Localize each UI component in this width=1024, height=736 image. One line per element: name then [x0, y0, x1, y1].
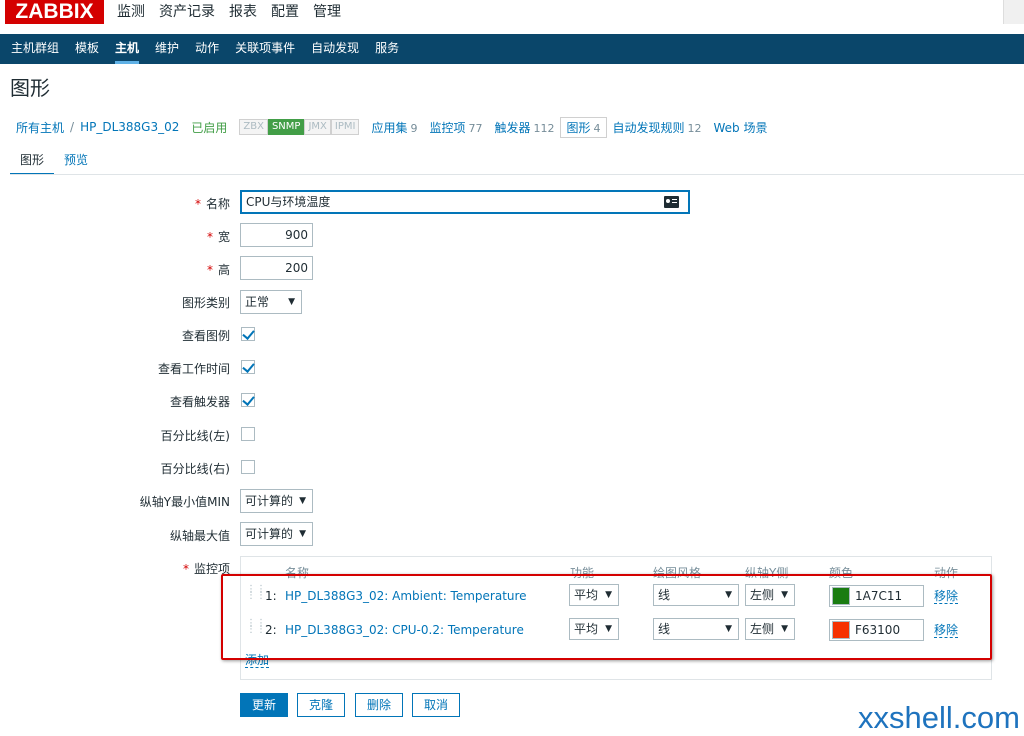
menu-monitoring[interactable]: 监测 — [110, 0, 152, 34]
submenu-services[interactable]: 服务 — [367, 34, 407, 64]
triggers-label: 触发器 — [494, 120, 531, 135]
check-icon — [242, 360, 255, 373]
ymin-label: 纵轴Y最小值MIN — [139, 495, 230, 509]
graph-type-select[interactable]: 正常 ▼ — [240, 290, 302, 314]
dropdown-arrow-icon: ▼ — [299, 529, 306, 539]
menu-configuration[interactable]: 配置 — [264, 0, 306, 34]
dropdown-arrow-icon: ▼ — [288, 297, 295, 307]
height-input[interactable]: 200 — [240, 256, 313, 280]
highlight-annotation-box — [221, 574, 992, 660]
menu-inventory[interactable]: 资产记录 — [152, 0, 222, 34]
zabbix-logo[interactable]: ZABBIX — [5, 0, 104, 24]
ymax-label: 纵轴最大值 — [169, 529, 230, 543]
submenu-actions[interactable]: 动作 — [187, 34, 227, 64]
height-label-text: 高 — [217, 263, 230, 277]
show-working-time-label: 查看工作时间 — [157, 362, 230, 376]
graph-type-label: 图形类别 — [181, 296, 230, 310]
submenu-discovery[interactable]: 自动发现 — [303, 34, 367, 64]
discovery-count: 12 — [687, 121, 702, 135]
items-label: 监控项 — [429, 120, 466, 135]
tab-divider — [10, 174, 1024, 175]
breadcrumb: 所有主机 / HP_DL388G3_02 已启用 ZBX SNMP JMX IP… — [0, 112, 1024, 142]
check-icon — [242, 327, 255, 340]
badge-snmp: SNMP — [267, 119, 305, 135]
update-button[interactable]: 更新 — [240, 693, 288, 717]
percentile-right-checkbox[interactable] — [241, 460, 255, 474]
breadcrumb-all-hosts[interactable]: 所有主机 — [10, 119, 70, 136]
applications-count: 9 — [410, 121, 418, 135]
name-input[interactable]: CPU与环境温度 — [240, 190, 690, 214]
breadcrumb-host[interactable]: HP_DL388G3_02 — [74, 120, 185, 134]
submenu-maintenance[interactable]: 维护 — [147, 34, 187, 64]
name-label: * 名称 — [194, 197, 230, 211]
breadcrumb-items[interactable]: 监控项 77 — [423, 119, 488, 136]
submenu-hosts[interactable]: 主机 — [107, 34, 147, 64]
triggers-count: 112 — [533, 121, 555, 135]
top-right-control[interactable] — [1003, 0, 1024, 24]
page-title: 图形 — [10, 76, 50, 100]
breadcrumb-triggers[interactable]: 触发器 112 — [488, 119, 560, 136]
contact-card-icon[interactable] — [664, 196, 679, 208]
graph-type-value: 正常 — [245, 295, 270, 309]
breadcrumb-graphs[interactable]: 图形 4 — [560, 116, 607, 138]
check-icon — [242, 393, 255, 406]
show-legend-checkbox[interactable] — [241, 327, 255, 341]
percentile-left-checkbox[interactable] — [241, 427, 255, 441]
percentile-right-label: 百分比线(右) — [160, 462, 230, 476]
height-label: * 高 — [206, 263, 230, 277]
badge-jmx: JMX — [304, 119, 331, 135]
ymax-value: 可计算的 — [245, 527, 294, 541]
breadcrumb-web-scenarios[interactable]: Web 场景 — [708, 119, 774, 136]
availability-badges: ZBX SNMP JMX IPMI — [239, 119, 360, 135]
name-value: CPU与环境温度 — [246, 195, 331, 209]
percentile-left-label: 百分比线(左) — [160, 429, 230, 443]
top-bar: ZABBIX 监测 资产记录 报表 配置 管理 — [0, 0, 1024, 35]
main-menu: 监测 资产记录 报表 配置 管理 — [110, 0, 348, 34]
menu-reports[interactable]: 报表 — [222, 0, 264, 34]
badge-zbx: ZBX — [239, 119, 268, 135]
ymin-value: 可计算的 — [245, 494, 294, 508]
show-working-time-checkbox[interactable] — [241, 360, 255, 374]
tab-graph[interactable]: 图形 — [10, 150, 55, 175]
graphs-label: 图形 — [566, 120, 591, 135]
submenu-templates[interactable]: 模板 — [67, 34, 107, 64]
ymin-select[interactable]: 可计算的 ▼ — [240, 489, 313, 513]
name-label-text: 名称 — [205, 197, 230, 211]
show-triggers-checkbox[interactable] — [241, 393, 255, 407]
width-label: * 宽 — [206, 230, 230, 244]
width-label-text: 宽 — [217, 230, 230, 244]
show-legend-label: 查看图例 — [181, 329, 230, 343]
width-input[interactable]: 900 — [240, 223, 313, 247]
menu-administration[interactable]: 管理 — [306, 0, 348, 34]
ymax-select[interactable]: 可计算的 ▼ — [240, 522, 313, 546]
tab-preview[interactable]: 预览 — [54, 150, 98, 175]
graphs-count: 4 — [593, 121, 601, 135]
badge-ipmi: IPMI — [330, 119, 360, 135]
dropdown-arrow-icon: ▼ — [299, 496, 306, 506]
applications-label: 应用集 — [371, 120, 408, 135]
form-tabs: 图形 预览 — [10, 150, 98, 175]
submenu-host-groups[interactable]: 主机群组 — [3, 34, 67, 64]
submenu-event-correlation[interactable]: 关联项事件 — [227, 34, 303, 64]
delete-button[interactable]: 删除 — [355, 693, 403, 717]
sub-menu-bar: 主机群组 模板 主机 维护 动作 关联项事件 自动发现 服务 — [0, 34, 1024, 64]
breadcrumb-discovery-rules[interactable]: 自动发现规则 12 — [607, 119, 708, 136]
cancel-button[interactable]: 取消 — [412, 693, 460, 717]
clone-button[interactable]: 克隆 — [297, 693, 345, 717]
items-count: 77 — [468, 121, 483, 135]
breadcrumb-applications[interactable]: 应用集 9 — [365, 119, 423, 136]
show-triggers-label: 查看触发器 — [169, 395, 230, 409]
discovery-label: 自动发现规则 — [612, 120, 685, 135]
host-status[interactable]: 已启用 — [185, 119, 233, 136]
